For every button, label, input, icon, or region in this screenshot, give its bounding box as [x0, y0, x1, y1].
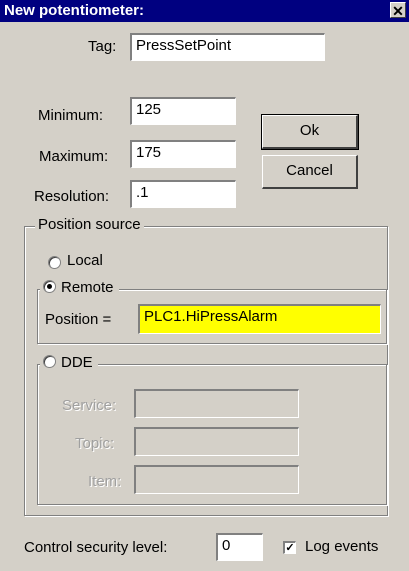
tag-field[interactable]: PressSetPoint — [130, 33, 325, 61]
local-label[interactable]: Local — [67, 252, 103, 269]
title-bar: New potentiometer: ✕ — [0, 0, 409, 22]
minimum-field[interactable]: 125 — [130, 97, 236, 125]
maximum-field[interactable]: 175 — [130, 140, 236, 168]
dde-radio[interactable] — [43, 355, 56, 368]
service-label: Service: — [62, 397, 117, 414]
security-level-field[interactable]: 0 — [216, 533, 263, 561]
tag-label: Tag: — [88, 38, 117, 55]
resolution-label: Resolution: — [34, 188, 110, 205]
topic-label: Topic: — [75, 435, 115, 452]
cancel-button[interactable]: Cancel — [262, 155, 358, 189]
remote-label[interactable]: Remote — [61, 279, 114, 296]
remote-radio[interactable] — [43, 280, 56, 293]
position-source-legend: Position source — [35, 216, 144, 233]
position-label: Position = — [45, 311, 112, 328]
remote-legend[interactable]: Remote — [40, 279, 119, 296]
maximum-label: Maximum: — [39, 148, 109, 165]
security-level-label: Control security level: — [24, 539, 168, 556]
dde-legend[interactable]: DDE — [40, 354, 98, 371]
minimum-label: Minimum: — [38, 107, 104, 124]
position-field[interactable]: PLC1.HiPressAlarm — [138, 304, 381, 334]
window-title: New potentiometer: — [4, 2, 145, 19]
local-radio[interactable] — [48, 256, 61, 269]
log-events-label[interactable]: Log events — [305, 538, 378, 555]
service-field[interactable] — [134, 389, 299, 418]
dde-label[interactable]: DDE — [61, 354, 93, 371]
item-label: Item: — [88, 473, 122, 490]
item-field[interactable] — [134, 465, 299, 494]
radio-selected-dot — [47, 284, 52, 289]
close-icon[interactable]: ✕ — [390, 2, 406, 19]
ok-button[interactable]: Ok — [261, 114, 359, 150]
topic-field[interactable] — [134, 427, 299, 456]
log-events-checkbox[interactable]: ✓ — [283, 541, 296, 554]
resolution-field[interactable]: .1 — [130, 180, 236, 208]
